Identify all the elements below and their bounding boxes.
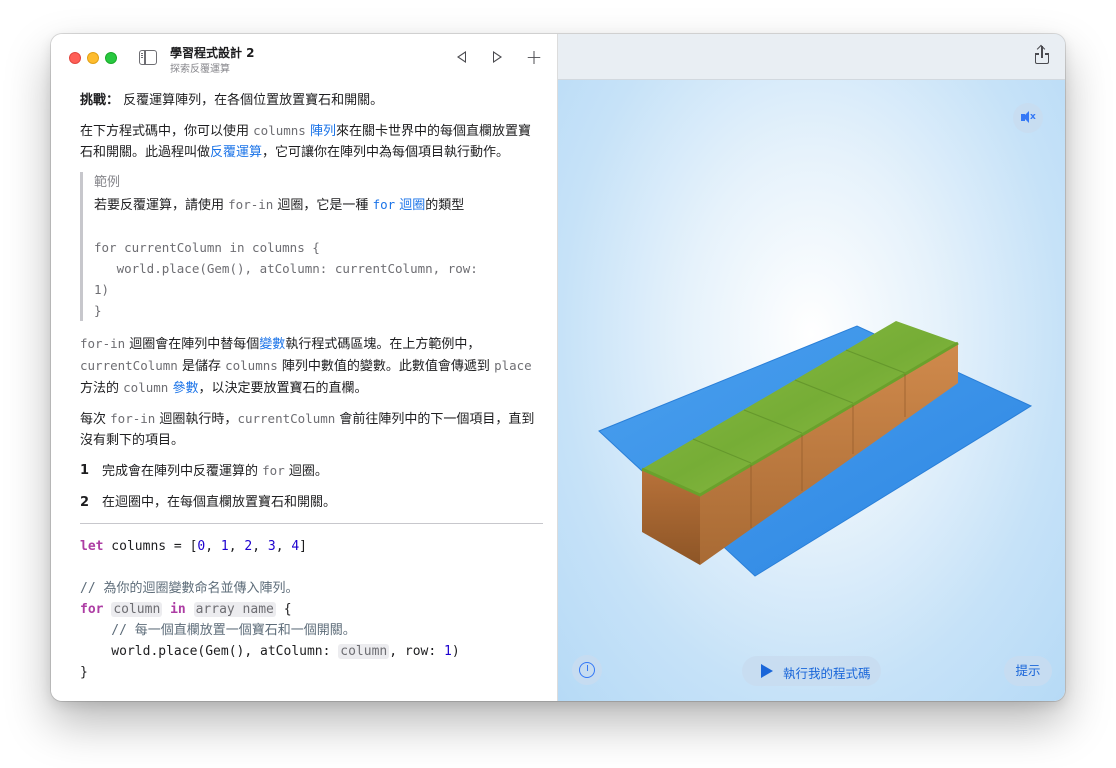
live-view-toolbar <box>558 34 1065 80</box>
puzzle-world[interactable] <box>558 80 1065 650</box>
challenge-paragraph: 挑戰： 反覆運算陣列，在各個位置放置寶石和開關。 <box>80 93 384 108</box>
run-code-button[interactable]: 執行我的程式碼 <box>742 656 881 686</box>
intro-paragraph: 在下方程式碼中，你可以使用 columns 陣列來在關卡世界中的每個直欄放置寶石… <box>80 123 531 160</box>
lesson-content: 挑戰： 反覆運算陣列，在各個位置放置寶石和開關。 在下方程式碼中，你可以使用 c… <box>80 90 543 683</box>
window-title: 學習程式設計 2 <box>170 46 255 60</box>
variable-link[interactable]: 變數 <box>259 337 285 352</box>
close-window-button[interactable] <box>69 52 81 64</box>
example-block: 範例 若要反覆運算，請使用 for-in 迴圈，它是一種 for 迴圈的類型 f… <box>80 172 542 321</box>
speed-button[interactable] <box>572 655 602 685</box>
plus-icon[interactable]: + <box>523 46 545 68</box>
back-icon <box>457 51 466 63</box>
divider <box>80 523 543 524</box>
array-name-placeholder[interactable]: array name <box>193 602 276 617</box>
hint-button[interactable]: 提示 <box>1004 656 1052 686</box>
sound-toggle-button[interactable]: x <box>1013 103 1043 133</box>
array-link[interactable]: 陣列 <box>310 124 336 139</box>
example-text: 若要反覆運算，請使用 for-in 迴圈，它是一種 for 迴圈的類型 <box>94 197 465 213</box>
play-icon <box>761 664 773 678</box>
for-loop-link[interactable]: for <box>373 197 396 212</box>
challenge-label: 挑戰： <box>80 93 120 108</box>
window-subtitle: 探索反覆運算 <box>170 64 230 75</box>
iteration-link[interactable]: 反覆運算 <box>210 145 262 160</box>
share-icon[interactable] <box>1035 46 1049 65</box>
title-bar: 學習程式設計 2 探索反覆運算 + <box>51 34 558 80</box>
loop-variable-placeholder[interactable]: column <box>111 602 163 617</box>
example-code: for currentColumn in columns { world.pla… <box>94 240 478 318</box>
zoom-window-button[interactable] <box>105 52 117 64</box>
parameter-link[interactable]: 參數 <box>172 381 198 396</box>
app-window: 學習程式設計 2 探索反覆運算 + 挑戰： 反覆運算陣列，在各個位置放置寶石和開… <box>51 34 1065 701</box>
sidebar-icon[interactable] <box>139 50 157 65</box>
for-loop-link-text[interactable]: 迴圈 <box>395 198 425 213</box>
code-editor[interactable]: let columns = [0, 1, 2, 3, 4] // 為你的迴圈變數… <box>80 536 542 683</box>
column-argument-placeholder[interactable]: column <box>338 644 390 659</box>
forward-button[interactable] <box>486 46 508 68</box>
lesson-pane: 學習程式設計 2 探索反覆運算 + 挑戰： 反覆運算陣列，在各個位置放置寶石和開… <box>51 34 558 701</box>
forward-icon <box>493 51 502 63</box>
live-view-pane: x 執行我的程式碼 提示 <box>558 34 1065 701</box>
speaker-muted-icon <box>1021 111 1029 123</box>
minimize-window-button[interactable] <box>87 52 99 64</box>
back-button[interactable] <box>451 46 473 68</box>
example-title: 範例 <box>94 175 121 190</box>
loop-paragraph: 每次 for-in 迴圈執行時，currentColumn 會前往陣列中的下一個… <box>80 411 535 448</box>
run-code-label: 執行我的程式碼 <box>783 666 871 681</box>
step-item: 1 完成會在陣列中反覆運算的 for 迴圈。 <box>80 463 328 479</box>
speedometer-icon <box>579 662 595 678</box>
step-item: 2 在迴圈中，在每個直欄放置寶石和開關。 <box>80 495 337 510</box>
explanation-paragraph: for-in 迴圈會在陣列中替每個變數執行程式碼區塊。在上方範例中，curren… <box>80 336 532 396</box>
